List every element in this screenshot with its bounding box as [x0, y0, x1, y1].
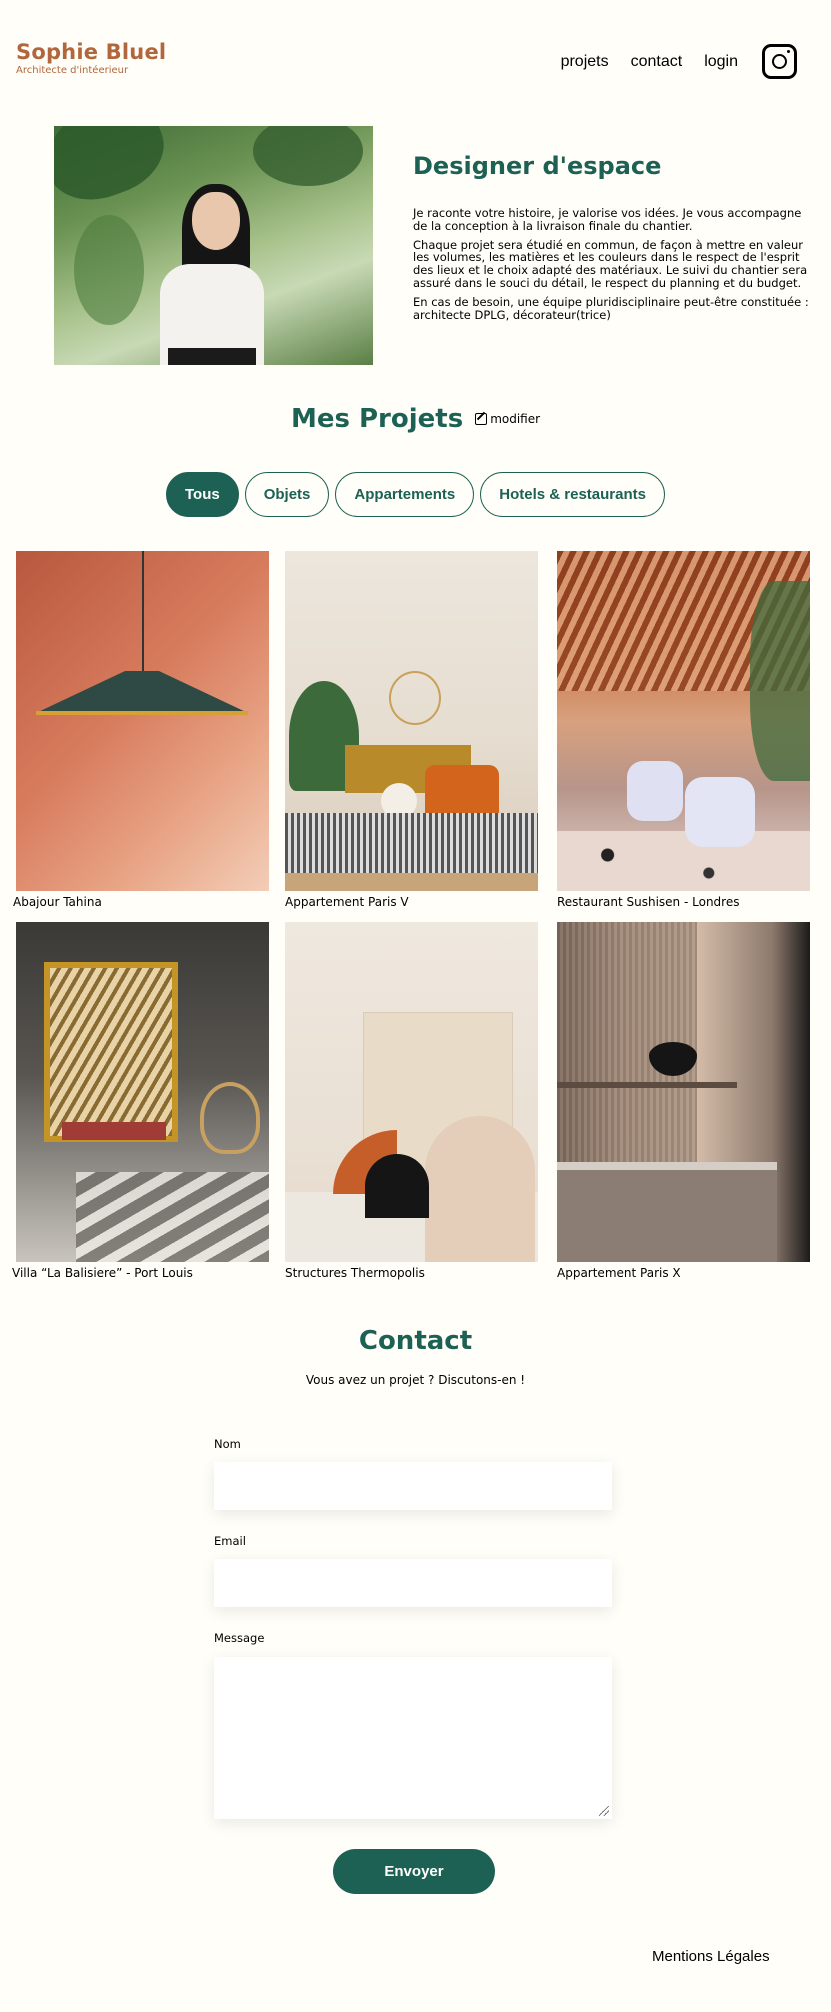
intro-text: Je raconte votre histoire, je valorise v… [413, 207, 811, 327]
project-card[interactable]: Villa “La Balisiere” - Port Louis [12, 922, 269, 1280]
nav-login[interactable]: login [704, 53, 738, 71]
filter-objets[interactable]: Objets [244, 472, 330, 517]
project-card[interactable]: Structures Thermopolis [285, 922, 538, 1280]
portrait-skirt [168, 348, 256, 365]
email-label: Email [214, 1534, 246, 1548]
contact-subtitle: Vous avez un projet ? Discutons-en ! [305, 1373, 526, 1387]
project-image [16, 551, 269, 891]
instagram-icon[interactable] [762, 44, 797, 79]
email-field[interactable] [214, 1559, 612, 1607]
project-image [557, 551, 810, 891]
message-label: Message [214, 1631, 265, 1645]
project-image [557, 922, 810, 1262]
nav-contact[interactable]: contact [631, 53, 683, 71]
foliage-shape [74, 215, 144, 325]
name-field[interactable] [214, 1462, 612, 1510]
projects-title: Mes Projets [290, 404, 464, 434]
filter-bar: Tous Objets Appartements Hotels & restau… [0, 472, 831, 517]
project-caption: Villa “La Balisiere” - Port Louis [12, 1266, 193, 1280]
project-caption: Appartement Paris V [285, 895, 409, 909]
portrait-face [192, 192, 240, 250]
logo-title: Sophie Bluel [16, 40, 167, 64]
filter-hotels-restaurants[interactable]: Hotels & restaurants [480, 472, 665, 517]
project-image [285, 551, 538, 891]
project-card[interactable]: Appartement Paris V [285, 551, 538, 909]
legal-link[interactable]: Mentions Légales [652, 1948, 770, 1965]
edit-icon [475, 413, 488, 425]
edit-projects-button[interactable]: modifier [475, 412, 540, 426]
nav-projets[interactable]: projets [561, 53, 609, 71]
project-caption: Appartement Paris X [557, 1266, 681, 1280]
filter-appartements[interactable]: Appartements [335, 472, 475, 517]
project-caption: Restaurant Sushisen - Londres [557, 895, 740, 909]
message-textarea[interactable] [214, 1657, 612, 1819]
submit-button[interactable]: Envoyer [333, 1849, 495, 1894]
resize-handle-icon[interactable] [599, 1806, 609, 1816]
logo[interactable]: Sophie Bluel Architecte d'intéerieur [16, 40, 166, 76]
intro-paragraph: En cas de besoin, une équipe pluridiscip… [413, 294, 809, 322]
filter-tous[interactable]: Tous [166, 472, 239, 517]
logo-subtitle: Architecte d'intéerieur [16, 65, 129, 76]
foliage-shape [54, 126, 176, 214]
architect-portrait [54, 126, 373, 365]
main-nav: projets contact login [539, 44, 797, 79]
project-card[interactable]: Abajour Tahina [13, 551, 269, 909]
intro-title: Designer d'espace [413, 152, 662, 180]
project-image [285, 922, 538, 1262]
modifier-label: modifier [490, 412, 541, 426]
projects-header: Mes Projets modifier [0, 404, 831, 434]
foliage-shape [253, 126, 363, 186]
instagram-flash [787, 50, 790, 53]
instagram-lens [772, 54, 787, 69]
project-card[interactable]: Appartement Paris X [557, 922, 810, 1280]
project-caption: Structures Thermopolis [285, 1266, 425, 1280]
project-caption: Abajour Tahina [13, 895, 102, 909]
name-label: Nom [214, 1437, 241, 1451]
project-image [16, 922, 269, 1262]
contact-title: Contact [358, 1326, 473, 1356]
intro-paragraph: Je raconte votre histoire, je valorise v… [413, 206, 802, 233]
intro-paragraph: Chaque projet sera étudié en commun, de … [413, 237, 808, 290]
project-card[interactable]: Restaurant Sushisen - Londres [557, 551, 810, 909]
